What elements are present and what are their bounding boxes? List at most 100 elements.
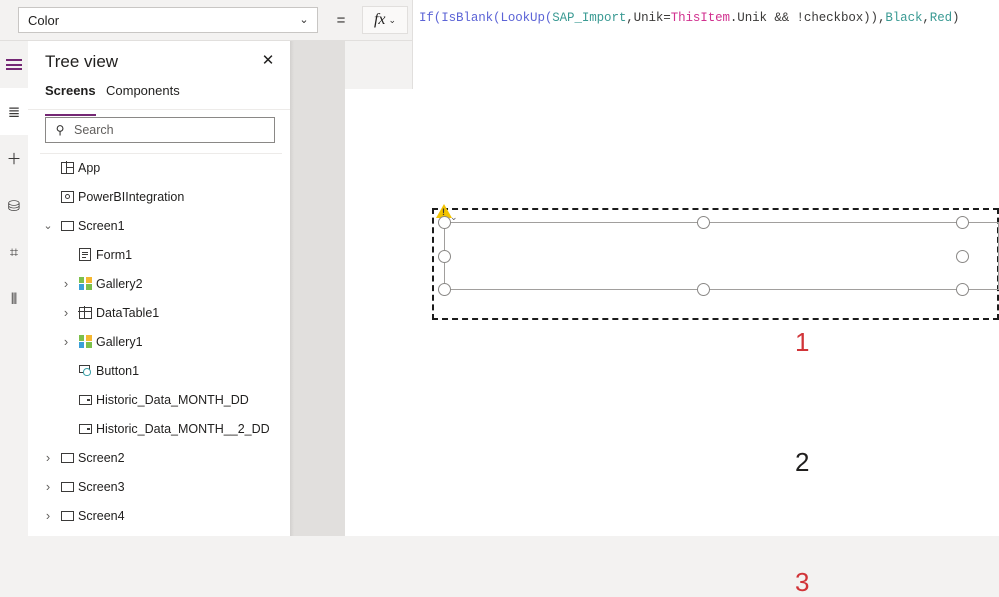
property-selector[interactable]: Color ⌄ — [18, 7, 318, 33]
chevron-right-icon[interactable]: › — [58, 276, 74, 291]
tree-item-screen3[interactable]: › Screen3 — [28, 472, 290, 501]
formula-token: LookUp( — [500, 11, 553, 25]
search-box[interactable]: ⚲ Search — [45, 117, 275, 143]
tree-item-icon — [74, 277, 96, 290]
media-icon: ⌗ — [9, 244, 19, 261]
chevron-down-icon[interactable]: ⌄ — [40, 219, 56, 232]
tree-item-label: PowerBIIntegration — [78, 189, 185, 204]
tree-item-label: Historic_Data_MONTH__2_DD — [96, 421, 270, 436]
resize-handle-middle-right[interactable] — [956, 250, 969, 263]
chevron-right-icon[interactable]: › — [40, 450, 56, 465]
tree-item-screen2[interactable]: › Screen2 — [28, 443, 290, 472]
formula-token: ThisItem — [670, 11, 730, 25]
tree-item-app[interactable]: ›App — [28, 153, 290, 182]
formula-token: .Unik — [729, 11, 767, 25]
tree-item-label: Gallery2 — [96, 276, 143, 291]
tree-item-icon — [74, 423, 96, 434]
screen-icon — [60, 452, 74, 463]
divider — [40, 153, 282, 154]
control-frame — [444, 222, 999, 290]
tree-item-historic_data_month_dd[interactable]: ›Historic_Data_MONTH_DD — [28, 385, 290, 414]
fx-button[interactable]: fx ⌄ — [362, 6, 408, 34]
tree-item-icon — [56, 452, 78, 463]
formula-token: && — [766, 11, 797, 25]
tree-item-button1[interactable]: ›Button1 — [28, 356, 290, 385]
selected-control[interactable]: ⌄ — [432, 204, 999, 320]
rail-media[interactable]: ⌗ — [0, 229, 28, 276]
tree-item-icon — [56, 481, 78, 492]
tree-item-label: Gallery1 — [96, 334, 143, 349]
tree-item-label: Screen3 — [78, 479, 125, 494]
tree-item-icon — [56, 510, 78, 521]
chevron-right-icon[interactable]: › — [58, 305, 74, 320]
variables-icon: ⦀ — [10, 291, 18, 308]
tree-item-label: DataTable1 — [96, 305, 160, 320]
formula-token: ) — [952, 11, 960, 25]
form-icon — [79, 248, 91, 261]
dropdown-icon — [78, 423, 92, 434]
tree-view-panel: Tree view ✕ Screens Components ⚲ Search … — [28, 41, 290, 536]
tree-item-label: Button1 — [96, 363, 140, 378]
tree-item-icon — [56, 190, 78, 203]
tree-view-list: ›App›PowerBIIntegration⌄Screen1›Form1›Ga… — [28, 153, 290, 536]
formula-token: Red — [929, 11, 953, 25]
insert-icon: ＋ — [6, 151, 22, 168]
tree-item-label: Screen1 — [78, 218, 125, 233]
tree-item-label: Form1 — [96, 247, 133, 262]
tree-item-icon — [74, 306, 96, 319]
tree-item-datatable1[interactable]: › DataTable1 — [28, 298, 290, 327]
tree-item-historic_data_month__2_dd[interactable]: ›Historic_Data_MONTH__2_DD — [28, 414, 290, 443]
resize-handle-top-right[interactable] — [956, 216, 969, 229]
canvas-label-3: 3 — [795, 567, 810, 597]
resize-handle-bottom-right[interactable] — [956, 283, 969, 296]
tree-item-icon — [56, 220, 78, 231]
tab-components[interactable]: Components — [106, 83, 180, 114]
tree-item-icon — [74, 248, 96, 261]
chevron-right-icon[interactable]: › — [40, 479, 56, 494]
resize-handle-bottom-center[interactable] — [697, 283, 710, 296]
resize-handle-top-left[interactable] — [438, 216, 451, 229]
page-title: Tree view — [45, 52, 119, 71]
rail-data[interactable]: ⛁ — [0, 182, 28, 229]
canvas-label-2: 2 — [795, 447, 810, 477]
data-icon: ⛁ — [7, 197, 21, 215]
close-icon[interactable]: ✕ — [260, 53, 276, 70]
datatable-icon — [78, 306, 92, 319]
tree-item-label: Screen4 — [78, 508, 125, 523]
formula-token: SAP_Import — [552, 11, 627, 25]
tree-item-icon — [56, 161, 78, 174]
powerbi-icon — [60, 190, 74, 203]
tree-item-gallery2[interactable]: › Gallery2 — [28, 269, 290, 298]
search-input[interactable]: Search — [74, 123, 114, 137]
resize-handle-top-center[interactable] — [697, 216, 710, 229]
formula-token: Unik — [633, 11, 664, 25]
chevron-down-icon[interactable]: ⌄ — [450, 212, 458, 223]
rail-tree-view[interactable]: ≣ — [0, 88, 28, 135]
screen-icon — [60, 220, 74, 231]
formula-token: Black — [885, 11, 923, 25]
left-icon-rail: ≣ ＋ ⛁ ⌗ ⦀ — [0, 41, 28, 536]
chevron-right-icon[interactable]: › — [40, 508, 56, 523]
resize-handle-middle-left[interactable] — [438, 250, 451, 263]
property-selector-value: Color — [28, 12, 60, 28]
tree-item-powerbiintegration[interactable]: ›PowerBIIntegration — [28, 182, 290, 211]
tree-item-screen1[interactable]: ⌄ Screen1 — [28, 211, 290, 240]
chevron-right-icon[interactable]: › — [58, 334, 74, 349]
rail-insert[interactable]: ＋ — [0, 135, 28, 182]
tree-view-header: Tree view ✕ — [28, 41, 290, 81]
tree-item-form1[interactable]: ›Form1 — [28, 240, 290, 269]
rail-variables[interactable]: ⦀ — [0, 276, 28, 323]
equals-sign: = — [336, 12, 346, 29]
gallery-icon — [78, 277, 92, 290]
resize-handle-bottom-left[interactable] — [438, 283, 451, 296]
tree-item-icon — [74, 394, 96, 405]
tab-screens[interactable]: Screens — [45, 83, 96, 116]
formula-text[interactable]: If(IsBlank(LookUp(SAP_Import,Unik=ThisIt… — [419, 11, 995, 25]
rail-menu[interactable] — [0, 41, 28, 88]
formula-token: If( — [419, 11, 442, 25]
tree-item-gallery1[interactable]: › Gallery1 — [28, 327, 290, 356]
formula-token: !checkbox — [796, 11, 864, 25]
tree-item-screen4[interactable]: › Screen4 — [28, 501, 290, 530]
canvas-label-1: 1 — [795, 327, 810, 357]
formula-token: IsBlank( — [441, 11, 501, 25]
